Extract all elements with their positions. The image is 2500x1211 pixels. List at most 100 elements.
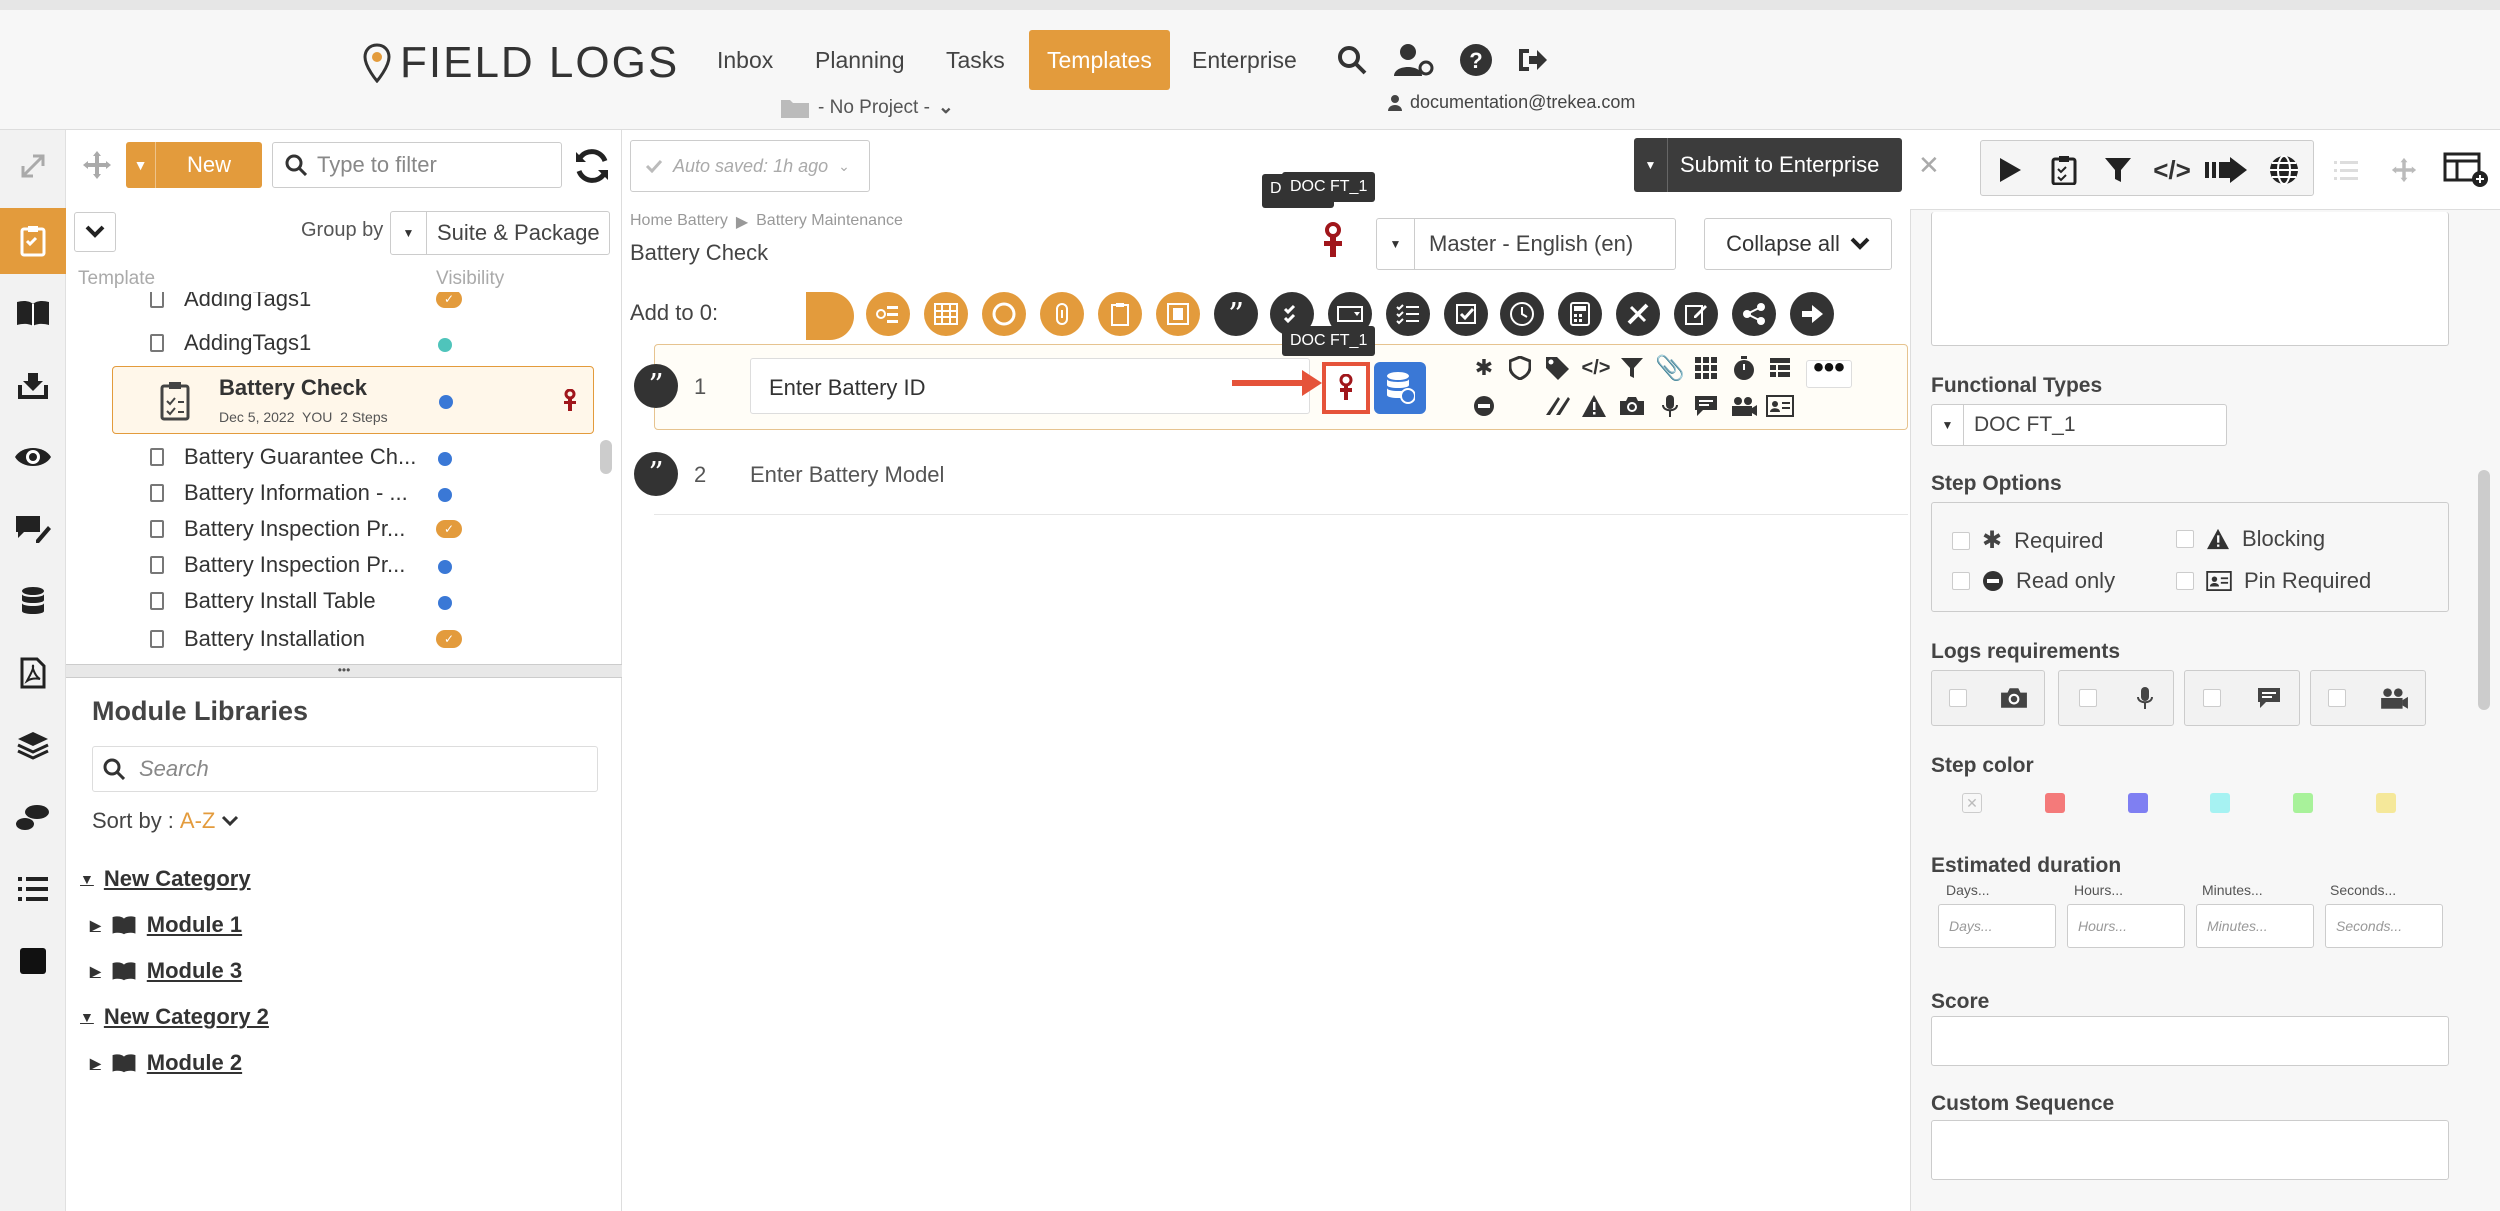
square-icon[interactable] <box>0 928 66 994</box>
matrix-icon[interactable] <box>1766 354 1794 382</box>
blocking-checkbox[interactable] <box>2176 530 2194 548</box>
download-tray-icon[interactable] <box>0 352 66 418</box>
next-step-arrow-icon[interactable] <box>2200 144 2252 196</box>
nav-enterprise[interactable]: Enterprise <box>1192 30 1297 90</box>
warning-icon[interactable] <box>1580 392 1608 420</box>
id-card-icon[interactable] <box>1766 392 1794 420</box>
read-only-checkbox[interactable] <box>1952 572 1970 590</box>
calculator-icon[interactable] <box>1558 292 1602 336</box>
nav-tasks[interactable]: Tasks <box>946 30 1005 90</box>
minutes-input[interactable]: Minutes... <box>2196 904 2314 948</box>
grid-icon[interactable] <box>1692 354 1720 382</box>
step-text[interactable]: Enter Battery Model <box>750 462 944 488</box>
nav-planning[interactable]: Planning <box>815 30 905 90</box>
comment-icon[interactable] <box>1692 392 1720 420</box>
code-icon[interactable]: </> <box>2146 144 2198 196</box>
log-comment-checkbox[interactable] <box>2203 689 2221 707</box>
group-by-select[interactable]: ▼ Suite & Package <box>390 211 610 255</box>
pdf-icon[interactable] <box>0 640 66 706</box>
numbered-list-icon[interactable] <box>866 292 910 336</box>
list-item[interactable]: Battery Installation ✓ <box>66 622 606 658</box>
tree-category-new-category-2[interactable]: ▼ New Category 2 <box>80 1004 269 1030</box>
tags-icon[interactable] <box>1544 354 1572 382</box>
pin-required-icon[interactable] <box>1322 222 1344 266</box>
read-only-icon[interactable] <box>1470 392 1498 420</box>
quote-icon[interactable]: ” <box>1214 292 1258 336</box>
templates-nav-icon[interactable] <box>0 208 66 274</box>
seconds-input[interactable]: Seconds... <box>2325 904 2443 948</box>
panel-scrollbar[interactable] <box>2478 470 2490 710</box>
option-read-only[interactable]: Read only <box>1952 568 2115 594</box>
option-blocking[interactable]: Blocking <box>2176 526 2325 552</box>
film-icon[interactable] <box>1156 292 1200 336</box>
tree-category-new-category[interactable]: ▼ New Category <box>80 866 251 892</box>
days-input[interactable]: Days... <box>1938 904 2056 948</box>
tree-module-2[interactable]: ▶ Module 2 <box>90 1050 242 1076</box>
database-link-button[interactable] <box>1374 362 1426 414</box>
log-video-toggle[interactable] <box>2310 670 2426 726</box>
collapse-all-button[interactable]: Collapse all <box>1704 218 1892 270</box>
add-panel-icon[interactable] <box>2440 144 2492 196</box>
log-video-checkbox[interactable] <box>2327 689 2346 707</box>
shield-icon[interactable] <box>1506 354 1534 382</box>
microphone-icon[interactable] <box>1656 392 1684 420</box>
log-comment-toggle[interactable] <box>2184 670 2300 726</box>
task-list-icon[interactable] <box>1386 292 1430 336</box>
tree-module-3[interactable]: ▶ Module 3 <box>90 958 242 984</box>
code-icon[interactable]: </> <box>1582 354 1611 382</box>
paperclip-icon[interactable]: 📎 <box>1655 354 1685 382</box>
list-item[interactable]: Battery Inspection Pr... <box>66 548 606 584</box>
list-scrollbar[interactable] <box>600 440 612 474</box>
color-swatch-none[interactable]: ✕ <box>1962 793 1982 813</box>
refresh-icon[interactable] <box>572 146 612 192</box>
nav-templates[interactable]: Templates <box>1029 30 1170 90</box>
half-circle-icon[interactable] <box>806 292 854 340</box>
clock-icon[interactable] <box>1500 292 1544 336</box>
ruler-pencil-icon[interactable] <box>1616 292 1660 336</box>
list-item[interactable]: AddingTags1 <box>66 326 606 362</box>
move-icon[interactable] <box>82 150 112 186</box>
new-button[interactable]: ▼ New <box>126 142 262 188</box>
stopwatch-icon[interactable] <box>1730 354 1758 382</box>
link-icon[interactable] <box>1040 292 1084 336</box>
log-photo-checkbox[interactable] <box>1948 689 1967 707</box>
list-icon[interactable] <box>2320 144 2372 196</box>
table-icon[interactable] <box>924 292 968 336</box>
option-required[interactable]: ✱ Required <box>1952 526 2103 555</box>
search-icon[interactable] <box>1332 40 1372 80</box>
color-swatch-blue[interactable] <box>2128 793 2148 813</box>
log-audio-checkbox[interactable] <box>2078 689 2097 707</box>
checkbox-icon[interactable] <box>1444 292 1488 336</box>
clipboard-check-icon[interactable] <box>2038 144 2090 196</box>
custom-sequence-input[interactable] <box>1931 1120 2449 1180</box>
list-item-selected[interactable]: Battery Check Dec 5, 2022 YOU 2 Steps <box>112 366 594 434</box>
database-icon[interactable] <box>0 568 66 634</box>
tree-module-1[interactable]: ▶ Module 1 <box>90 912 242 938</box>
log-photo-toggle[interactable] <box>1931 670 2045 726</box>
list-item[interactable]: AddingTags1 ✓ <box>66 292 606 318</box>
filter-input[interactable]: Type to filter <box>272 142 562 188</box>
expand-icon[interactable] <box>0 130 66 202</box>
autosave-status[interactable]: Auto saved: 1h ago ⌄ <box>630 140 870 192</box>
panel-resize-handle[interactable]: ••• <box>66 664 622 678</box>
list-item[interactable]: Battery Guarantee Ch... <box>66 440 606 476</box>
pin-required-checkbox[interactable] <box>2176 572 2194 590</box>
pin-required-toggle[interactable] <box>1322 362 1370 414</box>
option-pin-required[interactable]: Pin Required <box>2176 568 2371 594</box>
signature-icon[interactable] <box>1544 392 1572 420</box>
eye-icon[interactable] <box>0 424 66 490</box>
required-asterisk-icon[interactable]: ✱ <box>1470 354 1498 382</box>
list-item[interactable]: Battery Information - ... <box>66 476 606 512</box>
logout-icon[interactable] <box>1512 40 1552 80</box>
required-checkbox[interactable] <box>1952 531 1970 550</box>
book-icon[interactable] <box>0 280 66 346</box>
nav-inbox[interactable]: Inbox <box>717 30 773 90</box>
globe-icon[interactable] <box>2258 144 2310 196</box>
edit-note-icon[interactable] <box>1674 292 1718 336</box>
sort-control[interactable]: Sort by : A-Z <box>92 808 239 834</box>
color-swatch-cyan[interactable] <box>2210 793 2230 813</box>
share-icon[interactable] <box>1732 292 1776 336</box>
layers-icon[interactable] <box>0 712 66 778</box>
module-search-input[interactable]: Search <box>92 746 598 792</box>
video-users-icon[interactable] <box>1730 392 1758 420</box>
